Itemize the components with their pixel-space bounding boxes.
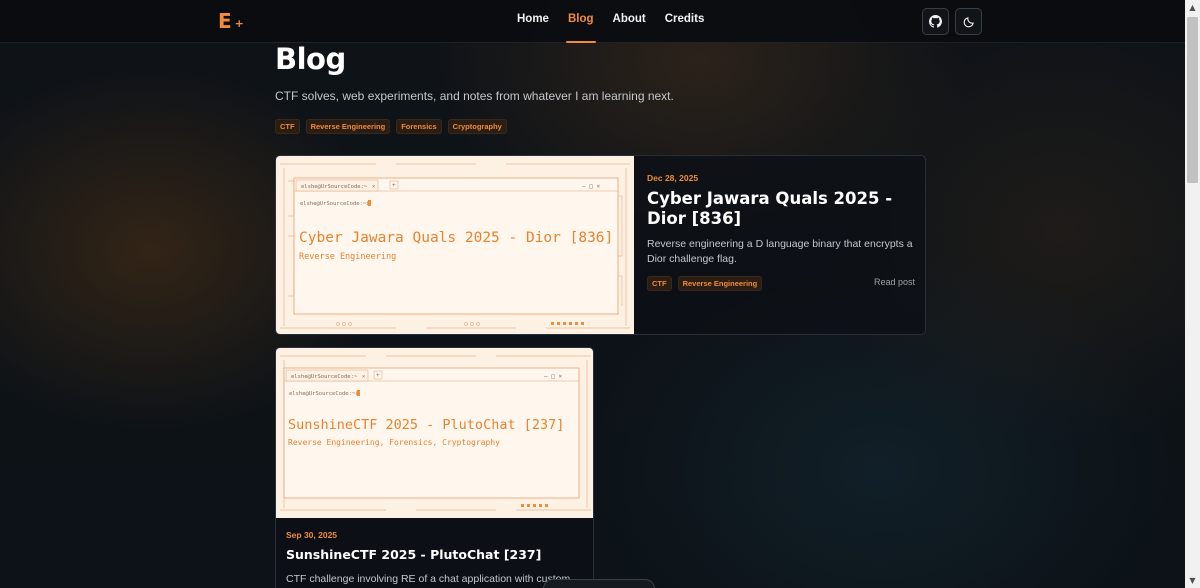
tag-cryptography[interactable]: Cryptography <box>447 119 507 134</box>
thumb-prompt: elshe@UrSourceCode:~$ <box>300 201 370 207</box>
page-scrollbar[interactable]: ▲ ▼ <box>1185 0 1200 588</box>
post-date: Sep 30, 2025 <box>286 530 338 540</box>
scrollbar-thumb[interactable] <box>1187 17 1198 183</box>
svg-text:+: + <box>392 182 396 189</box>
moon-icon <box>963 16 974 27</box>
post-date: Dec 28, 2025 <box>647 173 699 183</box>
filter-tags: CTF Reverse Engineering Forensics Crypto… <box>275 119 507 134</box>
site-logo[interactable]: E + <box>218 9 245 33</box>
theme-toggle-button[interactable] <box>955 8 982 35</box>
post-card[interactable]: elshe@UrSourceCode:~ × + – □ × elshe@UrS… <box>275 347 594 588</box>
read-post-link[interactable]: Read post <box>874 277 915 287</box>
svg-text:×: × <box>372 184 375 190</box>
thumb-subtitle: Reverse Engineering <box>299 252 396 262</box>
page-description: CTF solves, web experiments, and notes f… <box>275 89 674 103</box>
post-card[interactable]: elshe@UrSourceCode:~ × + – □ × elshe@UrS… <box>275 155 926 335</box>
svg-text:+: + <box>376 372 380 379</box>
thumb-subtitle: Reverse Engineering, Forensics, Cryptogr… <box>288 438 500 447</box>
post-tag-ctf[interactable]: CTF <box>647 276 672 291</box>
nav-credits[interactable]: Credits <box>665 13 705 43</box>
nav-links: Home Blog About Credits <box>517 13 704 43</box>
tag-reverse-engineering[interactable]: Reverse Engineering <box>305 119 391 134</box>
post-excerpt: Reverse engineering a D language binary … <box>647 238 913 265</box>
tag-forensics[interactable]: Forensics <box>396 119 442 134</box>
post-thumbnail: elshe@UrSourceCode:~ × + – □ × elshe@UrS… <box>276 156 634 334</box>
logo-plus: + <box>234 17 245 30</box>
thumb-terminal-tab: elshe@UrSourceCode:~ <box>291 374 358 380</box>
github-icon <box>929 15 942 28</box>
scroll-up-arrow-icon[interactable]: ▲ <box>1185 0 1200 15</box>
post-title[interactable]: SunshineCTF 2025 - PlutoChat [237] <box>286 547 541 562</box>
post-tag-reverse-engineering[interactable]: Reverse Engineering <box>677 276 763 291</box>
navbar: E + Home Blog About Credits <box>0 0 1185 43</box>
post-title[interactable]: Cyber Jawara Quals 2025 - Dior [836] <box>647 189 917 229</box>
nav-home[interactable]: Home <box>517 13 549 43</box>
thumb-title: SunshineCTF 2025 - PlutoChat [237] <box>288 417 564 433</box>
svg-text:– □ ×: – □ × <box>582 183 600 190</box>
thumb-title: Cyber Jawara Quals 2025 - Dior [836] <box>299 230 613 246</box>
tag-ctf[interactable]: CTF <box>275 119 300 134</box>
nav-blog[interactable]: Blog <box>565 13 596 43</box>
thumb-terminal-tab: elshe@UrSourceCode:~ <box>301 184 368 190</box>
thumb-prompt: elshe@UrSourceCode:~$ <box>289 391 359 397</box>
post-tags: CTF Reverse Engineering <box>647 276 763 291</box>
svg-text:×: × <box>362 374 365 380</box>
post-thumbnail: elshe@UrSourceCode:~ × + – □ × elshe@UrS… <box>276 348 593 518</box>
floating-toolbar[interactable] <box>543 579 655 588</box>
page-title: Blog <box>275 42 346 76</box>
nav-about[interactable]: About <box>613 13 646 43</box>
scroll-down-arrow-icon[interactable]: ▼ <box>1185 573 1200 588</box>
post-excerpt: CTF challenge involving RE of a chat app… <box>286 573 571 585</box>
svg-text:– □ ×: – □ × <box>544 373 562 380</box>
github-button[interactable] <box>922 8 949 35</box>
logo-letter: E <box>218 9 233 33</box>
